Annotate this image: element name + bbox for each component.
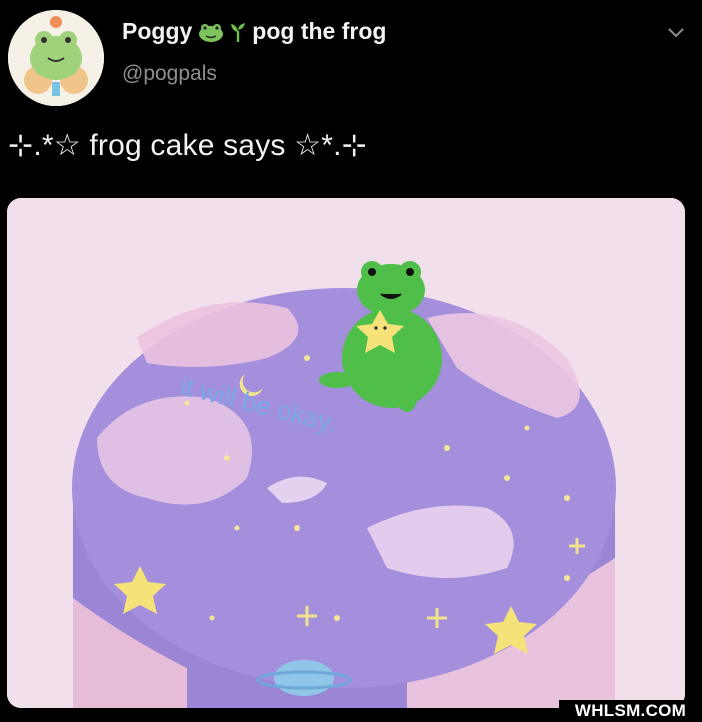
frog-face-emoji-icon xyxy=(199,23,224,42)
seedling-emoji-icon xyxy=(231,22,246,42)
tweet-header: Poggy pog the frog @pogpals xyxy=(0,0,702,120)
tweet-text: ⊹.*☆ frog cake says ☆*.⊹ xyxy=(8,129,367,162)
avatar-frog-illustration xyxy=(8,10,104,106)
display-name[interactable]: Poggy xyxy=(122,18,192,45)
display-name-row[interactable]: Poggy pog the frog xyxy=(122,18,386,45)
user-handle[interactable]: @pogpals xyxy=(122,62,217,86)
avatar[interactable] xyxy=(8,10,104,106)
frog-cake-photo: it will be okay. xyxy=(7,198,685,708)
display-name-suffix[interactable]: pog the frog xyxy=(252,18,386,45)
chevron-down-icon[interactable] xyxy=(664,22,688,42)
watermark: WHLSM.COM xyxy=(559,700,702,722)
tweet-media-image[interactable]: it will be okay. xyxy=(7,198,685,708)
